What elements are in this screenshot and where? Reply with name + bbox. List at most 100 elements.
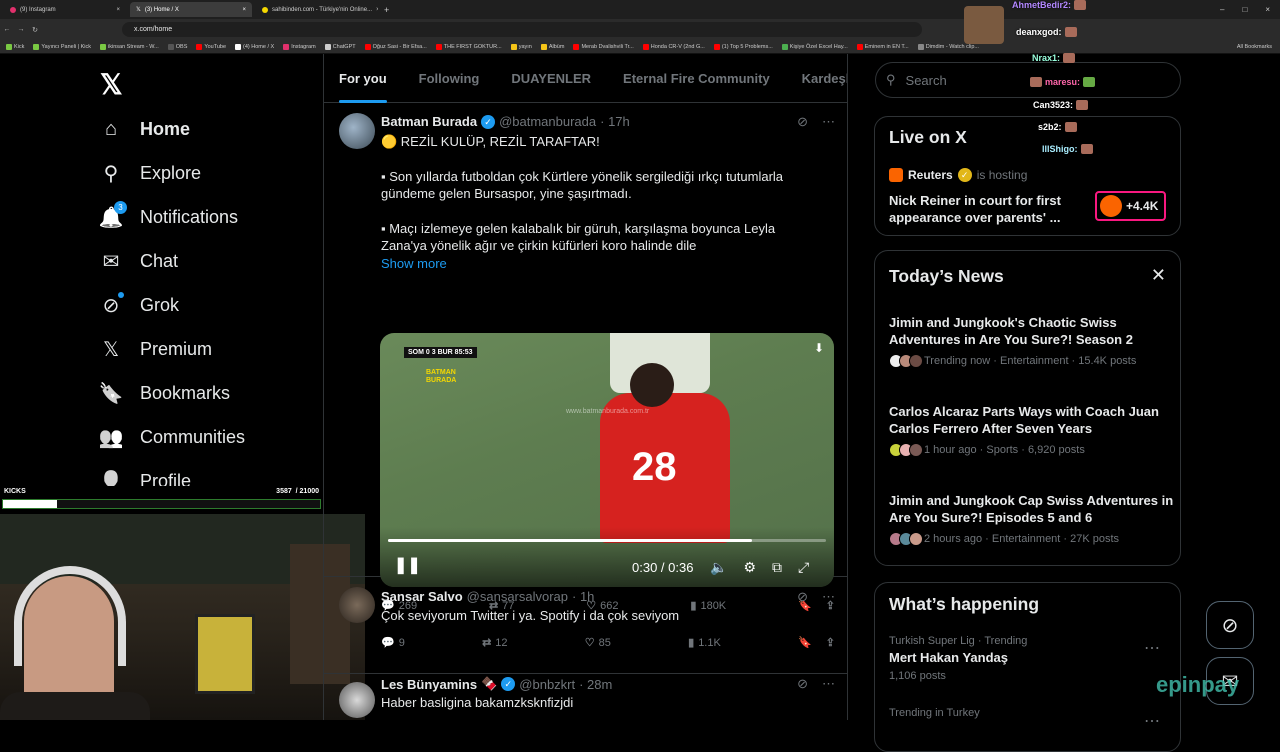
- back-icon[interactable]: ←: [0, 26, 14, 33]
- watermark-logo: BATMAN BURADA: [426, 369, 457, 384]
- trend-item[interactable]: Trending in Turkey: [889, 707, 1174, 719]
- kicks-progress-bar: [2, 499, 321, 509]
- close-window-icon[interactable]: ×: [1265, 5, 1270, 14]
- reply-button[interactable]: 💬 9: [381, 636, 405, 650]
- grok-icon[interactable]: ⊘: [797, 589, 808, 605]
- trend-item[interactable]: Turkish Super Lig · Trending Mert Hakan …: [889, 635, 1174, 682]
- nav-item-premium[interactable]: 𝕏 Premium: [100, 338, 212, 361]
- repost-button[interactable]: ⇄ 12: [482, 636, 507, 650]
- tab-eternal-fire[interactable]: Eternal Fire Community: [623, 71, 770, 86]
- close-tab-icon[interactable]: ×: [116, 7, 120, 13]
- bookmark-item[interactable]: Honda CR-V (2nd G...: [642, 43, 705, 50]
- volume-icon[interactable]: 🔈: [710, 559, 727, 576]
- tab-for-you[interactable]: For you: [339, 71, 387, 103]
- bookmark-item[interactable]: THE FIRST GOKTUR...: [435, 43, 502, 50]
- emote-image: [1080, 144, 1093, 154]
- url-field[interactable]: x.com/home: [122, 22, 922, 37]
- scoreboard: SOM 0 3 BUR 85:53: [404, 347, 477, 358]
- browser-tab-x-home[interactable]: 𝕏 (3) Home / X ×: [130, 2, 252, 17]
- minimize-icon[interactable]: –: [1220, 5, 1224, 14]
- more-options-icon[interactable]: ⋯: [822, 676, 835, 692]
- bookmark-item[interactable]: Albüm: [540, 43, 564, 50]
- bookmark-item[interactable]: Kick: [6, 43, 24, 50]
- bookmark-item[interactable]: Merab Dvalishvili Tr...: [573, 43, 634, 50]
- reload-icon[interactable]: ↻: [28, 26, 42, 34]
- bookmark-item[interactable]: (1) Top 5 Problems...: [713, 43, 773, 50]
- tab-following[interactable]: Following: [419, 71, 480, 86]
- nav-item-home[interactable]: ⌂ Home: [100, 118, 190, 140]
- x-logo-icon: 𝕏: [102, 338, 120, 361]
- emoji-icon: 🍫: [481, 676, 498, 691]
- bookmark-item[interactable]: (4) Home / X: [235, 43, 274, 50]
- tab-duayenler[interactable]: DUAYENLER: [511, 71, 591, 86]
- video-player[interactable]: 28 SOM 0 3 BUR 85:53 BATMAN BURADA www.b…: [380, 333, 834, 587]
- chat-message: AhmetBedir2:: [1012, 0, 1087, 10]
- nav-item-grok[interactable]: ⊘ Grok: [100, 292, 179, 317]
- share-icon[interactable]: ⇪: [826, 636, 835, 649]
- grok-float-button[interactable]: ⊘: [1206, 601, 1254, 649]
- nav-item-chat[interactable]: ✉ Chat: [100, 250, 178, 273]
- bookmark-icon[interactable]: 🔖: [798, 636, 812, 649]
- post-les-bunyamins[interactable]: Les Bünyamins 🍫 ✓ @bnbzkrt · 28m ⊘ ⋯ Habe…: [324, 674, 847, 720]
- more-options-icon[interactable]: ⋯: [1144, 711, 1160, 731]
- post-batman-burada[interactable]: Batman Burada ✓ @batmanburada · 17h ⊘ ⋯ 🟡…: [324, 104, 847, 612]
- more-options-icon[interactable]: ⋯: [822, 589, 835, 605]
- more-options-icon[interactable]: ⋯: [1144, 638, 1160, 658]
- tab-kardesler[interactable]: Kardeşler Ki: [802, 71, 847, 86]
- avatar-stack: [889, 443, 923, 457]
- feed-tabs: For you Following DUAYENLER Eternal Fire…: [324, 54, 847, 103]
- bookmark-item[interactable]: ikinsan Stream - W...: [100, 43, 159, 50]
- bookmark-item[interactable]: Yayıncı Paneli | Kick: [33, 43, 91, 50]
- bookmark-item[interactable]: YouTube: [196, 43, 226, 50]
- x-logo-icon[interactable]: 𝕏: [100, 68, 123, 101]
- all-bookmarks[interactable]: All Bookmarks: [1237, 44, 1272, 50]
- download-icon[interactable]: ⬇: [814, 341, 824, 355]
- avatar[interactable]: [339, 113, 375, 149]
- views-button[interactable]: ▮ 1.1K: [688, 636, 721, 650]
- grok-indicator: [118, 292, 124, 298]
- sponsor-logo: epinpay: [1156, 672, 1240, 697]
- grok-icon[interactable]: ⊘: [797, 676, 808, 692]
- avatar[interactable]: [339, 682, 375, 718]
- post-text: 🟡 REZİL KULÜP, REZİL TARAFTAR! ▪ Son yıl…: [381, 133, 821, 272]
- post-text: Haber basligina bakamzksknfizjdi: [381, 695, 574, 710]
- grok-icon[interactable]: ⊘: [797, 114, 808, 130]
- pause-icon[interactable]: ❚❚: [394, 555, 421, 575]
- like-button[interactable]: ♡ 85: [585, 636, 611, 650]
- nav-item-notifications[interactable]: 🔔 3 Notifications: [99, 201, 238, 229]
- bookmark-item[interactable]: yayın: [510, 43, 532, 50]
- close-tab-icon[interactable]: ×: [376, 7, 378, 13]
- live-headline[interactable]: Nick Reiner in court for first appearanc…: [889, 192, 1079, 226]
- nav-item-bookmarks[interactable]: 🔖 Bookmarks: [98, 382, 230, 405]
- nav-item-communities[interactable]: 👥 Communities: [99, 426, 245, 449]
- fullscreen-icon[interactable]: ⤢: [798, 559, 809, 576]
- maximize-icon[interactable]: □: [1242, 5, 1247, 14]
- more-options-icon[interactable]: ⋯: [822, 114, 835, 130]
- verified-icon: ✓: [501, 677, 516, 691]
- live-listeners-badge[interactable]: +4.4K: [1095, 191, 1166, 221]
- new-tab-button[interactable]: +: [384, 5, 389, 15]
- forward-icon[interactable]: →: [14, 26, 28, 33]
- close-tab-icon[interactable]: ×: [242, 7, 246, 13]
- browser-tab-sahibinden[interactable]: sahibinden.com - Türkiye'nin Online... ×: [256, 2, 378, 17]
- news-item[interactable]: Jimin and Jungkook Cap Swiss Adventures …: [889, 492, 1174, 546]
- close-icon[interactable]: ✕: [1151, 265, 1166, 286]
- bookmark-item[interactable]: Oğuz Sasi - Bir Efsa...: [364, 43, 427, 50]
- news-item[interactable]: Carlos Alcaraz Parts Ways with Coach Jua…: [889, 403, 1174, 457]
- browser-tab-instagram[interactable]: (9) Instagram ×: [4, 2, 126, 17]
- bookmark-item[interactable]: Eminem in EN T...: [856, 43, 909, 50]
- bookmark-item[interactable]: OBS: [167, 43, 187, 50]
- post-sansar-salvo[interactable]: Sansar Salvo @sansarsalvorap · 1h ⊘ ⋯ Çok…: [324, 577, 847, 674]
- picture-in-picture-icon[interactable]: ⧉: [772, 559, 782, 576]
- video-scrubber[interactable]: [388, 539, 826, 542]
- bookmark-item[interactable]: ChatGPT: [324, 43, 356, 50]
- news-item[interactable]: Jimin and Jungkook's Chaotic Swiss Adven…: [889, 314, 1174, 368]
- bookmark-item[interactable]: Kişiye Özel Excel Hay...: [781, 43, 848, 50]
- show-more-link[interactable]: Show more: [381, 255, 821, 273]
- settings-gear-icon[interactable]: ⚙: [743, 559, 756, 576]
- bookmark-item[interactable]: Instagram: [283, 43, 316, 50]
- bookmark-icon: 🔖: [98, 382, 124, 405]
- avatar[interactable]: [339, 587, 375, 623]
- nav-item-explore[interactable]: ⚲ Explore: [100, 162, 201, 185]
- reuters-avatar: [1100, 195, 1122, 217]
